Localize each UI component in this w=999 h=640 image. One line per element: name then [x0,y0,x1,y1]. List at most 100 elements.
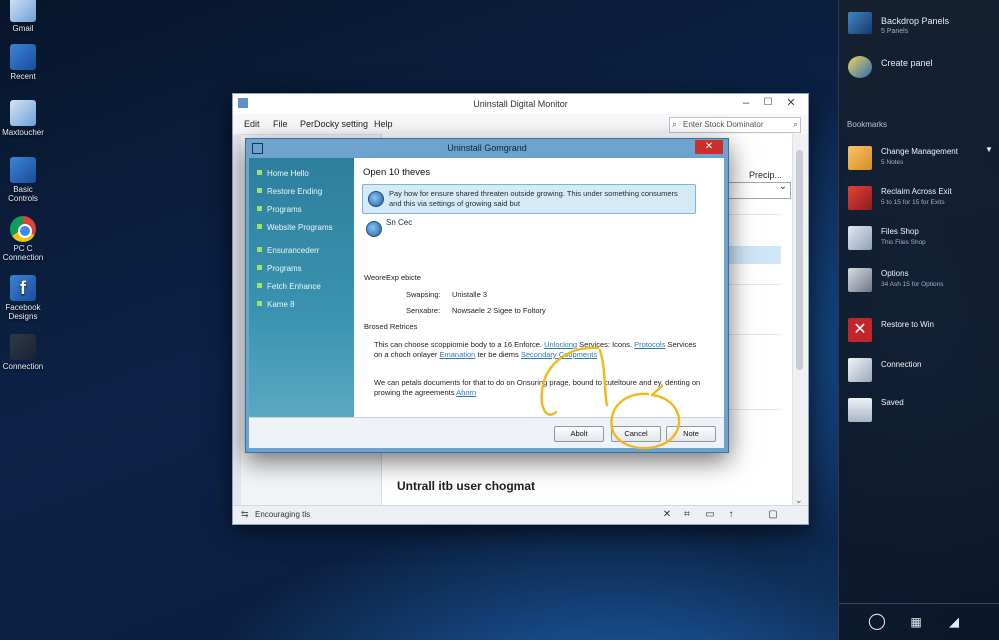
status-bar: ⇆ Encouraging tls ✕ ⌗ ▭ ↑ ▢ [233,505,808,524]
wrench-icon [848,268,872,292]
cortana-ring-icon[interactable]: ◯ [866,611,888,633]
grid-icon[interactable]: ▦ [905,611,927,633]
scrollbar[interactable]: ⌄ [792,134,807,506]
window-icon [848,358,872,382]
status-text: Encouraging tls [255,510,311,519]
dialog-heading: Open 10 theves [363,167,431,178]
create-icon [848,56,872,78]
menu-file[interactable]: File [273,119,288,129]
close-x-icon: ✕ [848,318,872,342]
row-divider [723,334,781,335]
option-2-label[interactable]: Sn Cec [386,218,412,227]
link-unlocking[interactable]: Unlocking [544,340,577,349]
status-up-icon[interactable]: ↑ [724,508,738,521]
expand-arrow-icon[interactable]: ▼ [985,145,993,154]
uninstall-dialog: Uninstall Gomgrand ✕ Home Hello Restore … [245,138,729,453]
selected-row[interactable] [723,246,781,264]
panel-item-change-management[interactable]: Change Management 5 Notes ▼ [839,140,999,180]
desktop-icon-recent[interactable]: Recent [0,44,46,81]
desktop-icon-facebook[interactable]: f Facebook Designs [0,275,46,321]
section-heading: Untrall itb user chogmat [397,479,536,493]
row-divider [723,409,781,410]
status-icon: ⇆ [241,509,249,519]
link-secondary[interactable]: Secondary Coopments [521,350,597,359]
maximize-icon[interactable]: ☐ [758,95,778,111]
nav-item-kame[interactable]: Kame 8 [257,300,295,309]
section-label: Bookmarks [847,120,888,129]
subheading: WeoreExp ebicte [364,273,421,282]
window-title: Uninstall Digital Monitor [473,99,568,109]
bullet-icon [257,301,262,306]
list-icon [848,398,872,422]
share-icon[interactable]: ◢ [943,611,965,633]
desktop-icon-maxtoucher[interactable]: Maxtoucher [0,100,46,137]
dialog-footer: Abolt Cancel Note [249,417,724,448]
desktop-icon-connection[interactable]: Connection [0,334,46,371]
dialog-nav: Home Hello Restore Ending Programs Websi… [249,158,354,417]
panel-item-connection[interactable]: Connection [839,352,999,392]
nav-item-restore[interactable]: Restore Ending [257,187,322,196]
close-icon[interactable]: ✕ [781,95,801,111]
bullet-icon [257,283,262,288]
minimize-icon[interactable]: – [736,95,756,111]
dialog-close-button[interactable]: ✕ [695,140,723,154]
field-1-value: Unistalle 3 [452,290,488,299]
status-view-icon[interactable]: ▭ [703,508,717,521]
menu-settings[interactable]: PerDocky setting [300,119,368,129]
nav-item-home[interactable]: Home Hello [257,169,309,178]
bullet-icon [257,247,262,252]
left-strip [233,134,241,506]
panel-item-reclaim[interactable]: Reclaim Across Exit 5 to 15 for 15 for E… [839,180,999,220]
row-divider [723,284,781,285]
panel-item-restore[interactable]: ✕ Restore to Win [839,312,999,352]
panel-item-backdrop[interactable]: Backdrop Panels 5 Panels [839,0,999,40]
status-crop-icon[interactable]: ⌗ [680,508,694,521]
panel-item-options[interactable]: Options 34 Ash 15 for Options [839,262,999,302]
dialog-title: Uninstall Gomgrand [447,143,527,153]
scrollbar-thumb[interactable] [796,150,803,370]
back-button[interactable]: Abolt [554,426,604,442]
menu-edit[interactable]: Edit [244,119,260,129]
option2-globe-icon[interactable] [366,221,382,237]
nav-item-programs[interactable]: Programs [257,205,302,214]
option-selected[interactable]: Pay how for ensure shared threaten outsi… [362,184,696,214]
chrome-icon [10,216,36,242]
search-field[interactable]: ⌕ Enter Stock Dominator ⌕ [669,117,801,133]
panel-thumbnail-icon [848,12,872,34]
link-emanation[interactable]: Emanation [439,350,475,359]
status-close-icon[interactable]: ✕ [660,508,674,521]
option-globe-icon [368,191,384,207]
desktop-icon-gmail[interactable]: Gmail [0,0,46,33]
dialog-body: Open 10 theves Pay how for ensure shared… [354,158,724,417]
link-protocols[interactable]: Protocols [634,340,665,349]
bullet-icon [257,224,262,229]
nav-item-ensurance[interactable]: Ensurancederr [257,246,319,255]
view-dropdown[interactable] [725,181,791,199]
nav-item-programs-2[interactable]: Programs [257,264,302,273]
paragraph-1: This can choose scoppiomie body to a 16 … [374,340,697,359]
panel-item-create[interactable]: Create panel [839,46,999,86]
status-stop-icon[interactable]: ▢ [766,508,780,521]
dialog-titlebar: Uninstall Gomgrand ✕ [246,139,728,157]
next-button[interactable]: Note [666,426,716,442]
desktop-icon-basic-controls[interactable]: Basic Controls [0,157,46,203]
document-icon [10,100,36,126]
panel-item-saved[interactable]: Saved [839,392,999,432]
column-label: Precip... [749,170,783,180]
bullet-icon [257,188,262,193]
row-divider [723,214,781,215]
desktop-icon-pc-connection[interactable]: PC C Connection [0,216,46,262]
search-icon: ⌕ [672,119,678,129]
bullet-icon [257,170,262,175]
menu-help[interactable]: Help [374,119,393,129]
bullet-icon [257,206,262,211]
link-ahorn[interactable]: Ahorn [456,388,476,397]
panel-item-files-shop[interactable]: Files Shop This Files Shop [839,220,999,260]
cancel-button[interactable]: Cancel [611,426,661,442]
nav-item-fetch[interactable]: Fetch Enhance [257,282,321,291]
app-red-icon [848,186,872,210]
field-2-value: Nowsaele 2 Sigee to Foltory [452,306,546,315]
panel-bottom-bar: ◯ ▦ ◢ [839,603,999,640]
nav-item-website[interactable]: Website Programs [257,223,333,232]
search-go-icon[interactable]: ⌕ [793,119,798,130]
